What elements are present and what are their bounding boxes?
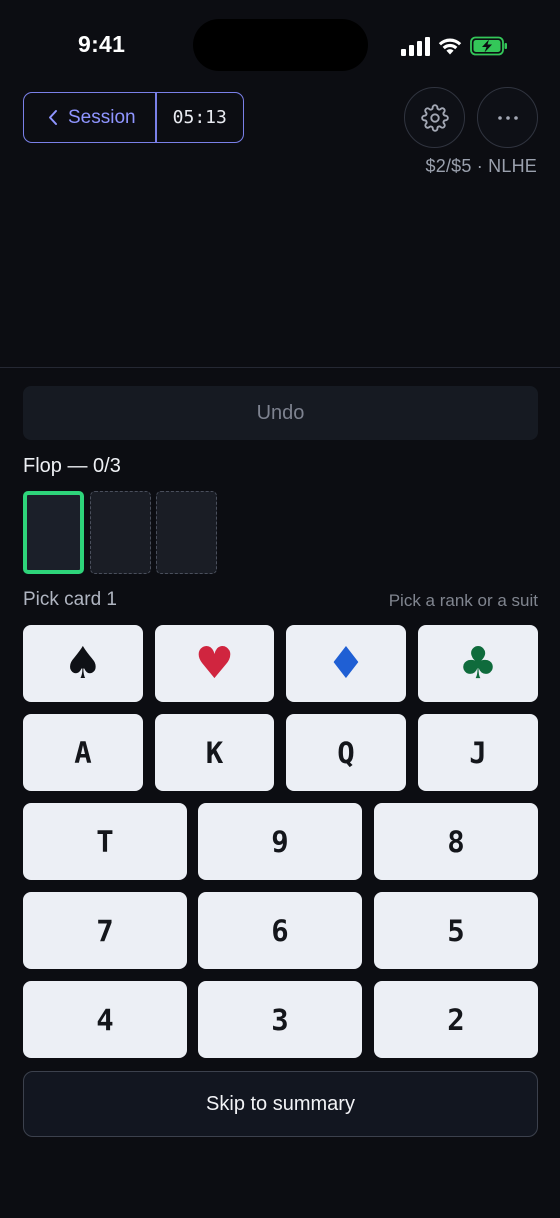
rank-button-9[interactable]: 9: [198, 803, 362, 880]
session-header: Session 05:13: [23, 92, 244, 143]
skip-to-summary-button[interactable]: Skip to summary: [23, 1071, 538, 1137]
flop-progress-label: Flop — 0/3: [23, 455, 121, 477]
pick-card-prompt: Pick card 1: [23, 589, 117, 610]
pick-hint: Pick a rank or a suit: [388, 591, 538, 610]
undo-button[interactable]: Undo: [23, 386, 538, 440]
status-time: 9:41: [78, 31, 126, 57]
ellipsis-icon: [497, 115, 518, 120]
rank-button-q[interactable]: Q: [286, 714, 406, 791]
wifi-icon: [438, 38, 462, 55]
rank-button-8[interactable]: 8: [374, 803, 538, 880]
heart-icon: ♥: [194, 637, 235, 689]
back-to-session-button[interactable]: Session: [24, 93, 155, 142]
settings-button[interactable]: [404, 87, 465, 148]
suit-spade-button[interactable]: ♠: [23, 625, 143, 702]
rank-button-7[interactable]: 7: [23, 892, 187, 969]
suit-diamond-button[interactable]: ♦: [286, 625, 406, 702]
gear-icon: [420, 103, 449, 132]
suit-heart-button[interactable]: ♥: [155, 625, 274, 702]
rank-button-a[interactable]: A: [23, 714, 143, 791]
rank-button-4[interactable]: 4: [23, 981, 187, 1058]
cellular-signal-icon: [401, 37, 430, 56]
dynamic-island: [193, 19, 368, 71]
flop-card-slot-2[interactable]: [90, 491, 151, 574]
rank-button-t[interactable]: T: [23, 803, 187, 880]
flop-card-slot-1[interactable]: [23, 491, 84, 574]
rank-button-k[interactable]: K: [155, 714, 274, 791]
diamond-icon: ♦: [326, 637, 366, 689]
back-label: Session: [68, 106, 136, 128]
battery-charging-icon: [470, 36, 507, 56]
more-options-button[interactable]: [477, 87, 538, 148]
status-icons: [400, 33, 508, 59]
stakes-label: $2/$5 · NLHE: [425, 156, 537, 176]
club-icon: ♣: [458, 637, 498, 689]
flop-card-slot-3[interactable]: [156, 491, 217, 574]
rank-button-j[interactable]: J: [418, 714, 538, 791]
suit-club-button[interactable]: ♣: [418, 625, 538, 702]
rank-button-5[interactable]: 5: [374, 892, 538, 969]
session-timer: 05:13: [172, 107, 227, 128]
spade-icon: ♠: [63, 637, 103, 689]
section-divider: [0, 367, 560, 368]
rank-button-2[interactable]: 2: [374, 981, 538, 1058]
rank-button-6[interactable]: 6: [198, 892, 362, 969]
chevron-left-icon: [49, 110, 57, 125]
rank-button-3[interactable]: 3: [198, 981, 362, 1058]
